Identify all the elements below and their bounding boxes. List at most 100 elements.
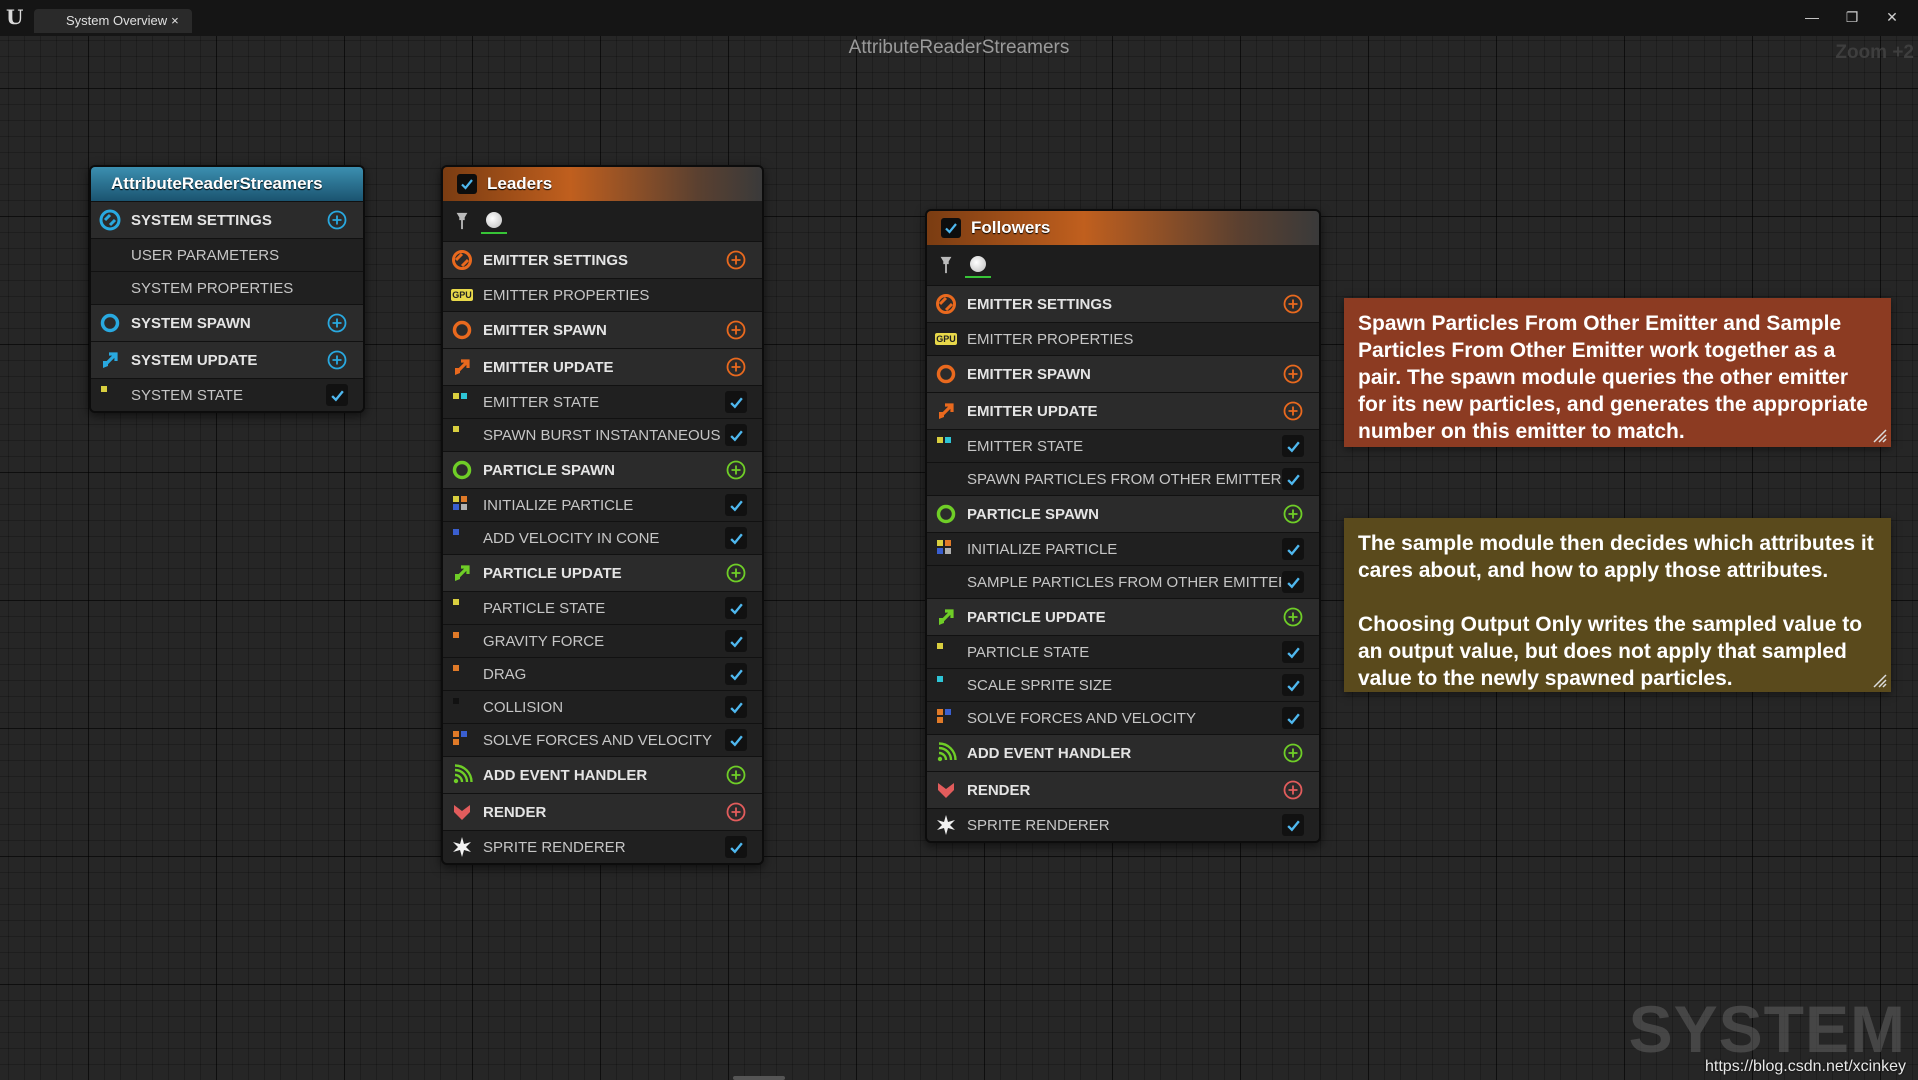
emitter-preview-thumbnail[interactable] (965, 252, 991, 278)
stage-particle-spawn[interactable]: PARTICLE SPAWN (443, 451, 762, 488)
system-node-header[interactable]: AttributeReaderStreamers (91, 167, 363, 201)
module-system-properties[interactable]: SYSTEM PROPERTIES (91, 271, 363, 304)
stage-particle-update[interactable]: PARTICLE UPDATE (443, 554, 762, 591)
add-module-icon[interactable] (1281, 362, 1305, 386)
emitter-state-icon[interactable] (935, 253, 957, 277)
module-solve-forces-and-velocity[interactable]: SOLVE FORCES AND VELOCITY (927, 701, 1319, 734)
module-enabled-checkbox[interactable] (724, 695, 748, 719)
module-emitter-properties[interactable]: GPU EMITTER PROPERTIES (927, 322, 1319, 355)
module-initialize-particle[interactable]: INITIALIZE PARTICLE (927, 532, 1319, 565)
module-initialize-particle[interactable]: INITIALIZE PARTICLE (443, 488, 762, 521)
module-enabled-checkbox[interactable] (724, 526, 748, 550)
tab-system-overview[interactable]: System Overview × (34, 9, 192, 33)
emitter-state-icon[interactable] (451, 209, 473, 233)
module-enabled-checkbox[interactable] (1281, 467, 1305, 491)
module-particle-state[interactable]: PARTICLE STATE (443, 591, 762, 624)
close-icon[interactable]: ✕ (1872, 6, 1912, 28)
module-sprite-renderer[interactable]: SPRITE RENDERER (443, 830, 762, 863)
stage-system-spawn[interactable]: SYSTEM SPAWN (91, 304, 363, 341)
render-icon (935, 779, 957, 801)
sample-comment-box[interactable]: The sample module then decides which att… (1344, 518, 1891, 692)
stage-emitter-update[interactable]: EMITTER UPDATE (443, 348, 762, 385)
stage-emitter-spawn[interactable]: EMITTER SPAWN (927, 355, 1319, 392)
add-module-icon[interactable] (724, 763, 748, 787)
stage-add-event-handler[interactable]: ADD EVENT HANDLER (443, 756, 762, 793)
add-module-icon[interactable] (724, 561, 748, 585)
add-module-icon[interactable] (724, 458, 748, 482)
module-enabled-checkbox[interactable] (724, 835, 748, 859)
add-module-icon[interactable] (1281, 741, 1305, 765)
emitter-preview-thumbnail[interactable] (481, 208, 507, 234)
module-enabled-checkbox[interactable] (1281, 570, 1305, 594)
resize-grip-icon[interactable] (1871, 427, 1887, 443)
stage-particle-update[interactable]: PARTICLE UPDATE (927, 598, 1319, 635)
module-enabled-checkbox[interactable] (1281, 640, 1305, 664)
module-sample-particles-from-other-emitter[interactable]: SAMPLE PARTICLES FROM OTHER EMITTER (927, 565, 1319, 598)
module-particle-state[interactable]: PARTICLE STATE (927, 635, 1319, 668)
stage-add-event-handler[interactable]: ADD EVENT HANDLER (927, 734, 1319, 771)
emitter-enabled-checkbox[interactable] (457, 174, 477, 194)
unreal-logo-icon[interactable]: U (6, 6, 28, 28)
tab-close-icon[interactable]: × (171, 13, 179, 28)
followers-emitter-node[interactable]: Followers EMITTER SETTINGS GPU EMITTER PRO… (925, 209, 1321, 843)
add-module-icon[interactable] (325, 208, 349, 232)
leaders-emitter-node[interactable]: Leaders EMITTER SETTINGS GPU EMITTER PROPE… (441, 165, 764, 865)
add-module-icon[interactable] (325, 311, 349, 335)
stage-render[interactable]: RENDER (443, 793, 762, 830)
add-module-icon[interactable] (724, 800, 748, 824)
module-enabled-checkbox[interactable] (724, 423, 748, 447)
add-module-icon[interactable] (1281, 502, 1305, 526)
stage-emitter-settings[interactable]: EMITTER SETTINGS (927, 285, 1319, 322)
stage-emitter-update[interactable]: EMITTER UPDATE (927, 392, 1319, 429)
module-drag[interactable]: DRAG (443, 657, 762, 690)
module-spawn-burst-instantaneous[interactable]: SPAWN BURST INSTANTANEOUS (443, 418, 762, 451)
spawn-comment-box[interactable]: Spawn Particles From Other Emitter and S… (1344, 298, 1891, 447)
stage-particle-spawn[interactable]: PARTICLE SPAWN (927, 495, 1319, 532)
resize-grip-icon[interactable] (1871, 672, 1887, 688)
module-add-velocity-in-cone[interactable]: ADD VELOCITY IN CONE (443, 521, 762, 554)
module-emitter-properties[interactable]: GPU EMITTER PROPERTIES (443, 278, 762, 311)
stage-render[interactable]: RENDER (927, 771, 1319, 808)
module-enabled-checkbox[interactable] (724, 596, 748, 620)
module-spawn-particles-from-other-emitter[interactable]: SPAWN PARTICLES FROM OTHER EMITTER (927, 462, 1319, 495)
leaders-node-header[interactable]: Leaders (443, 167, 762, 201)
module-collision[interactable]: COLLISION (443, 690, 762, 723)
system-node[interactable]: AttributeReaderStreamers SYSTEM SETTINGS… (89, 165, 365, 413)
module-solve-forces-and-velocity[interactable]: SOLVE FORCES AND VELOCITY (443, 723, 762, 756)
emitter-enabled-checkbox[interactable] (941, 218, 961, 238)
stage-emitter-spawn[interactable]: EMITTER SPAWN (443, 311, 762, 348)
module-enabled-checkbox[interactable] (1281, 813, 1305, 837)
minimize-icon[interactable]: — (1792, 6, 1832, 28)
module-emitter-state[interactable]: EMITTER STATE (443, 385, 762, 418)
module-enabled-checkbox[interactable] (724, 728, 748, 752)
add-module-icon[interactable] (1281, 778, 1305, 802)
add-module-icon[interactable] (1281, 605, 1305, 629)
stage-system-settings[interactable]: SYSTEM SETTINGS (91, 201, 363, 238)
module-enabled-checkbox[interactable] (724, 629, 748, 653)
scroll-handle[interactable] (733, 1076, 785, 1080)
module-enabled-checkbox[interactable] (724, 390, 748, 414)
add-module-icon[interactable] (1281, 292, 1305, 316)
module-enabled-checkbox[interactable] (1281, 434, 1305, 458)
add-module-icon[interactable] (724, 248, 748, 272)
add-module-icon[interactable] (724, 318, 748, 342)
stage-system-update[interactable]: SYSTEM UPDATE (91, 341, 363, 378)
module-enabled-checkbox[interactable] (1281, 673, 1305, 697)
stage-emitter-settings[interactable]: EMITTER SETTINGS (443, 241, 762, 278)
module-emitter-state[interactable]: EMITTER STATE (927, 429, 1319, 462)
module-enabled-checkbox[interactable] (724, 493, 748, 517)
module-enabled-checkbox[interactable] (1281, 537, 1305, 561)
module-sprite-renderer[interactable]: SPRITE RENDERER (927, 808, 1319, 841)
module-gravity-force[interactable]: GRAVITY FORCE (443, 624, 762, 657)
add-module-icon[interactable] (724, 355, 748, 379)
module-system-state[interactable]: SYSTEM STATE (91, 378, 363, 411)
followers-node-header[interactable]: Followers (927, 211, 1319, 245)
add-module-icon[interactable] (325, 348, 349, 372)
module-user-parameters[interactable]: USER PARAMETERS (91, 238, 363, 271)
restore-icon[interactable]: ❐ (1832, 6, 1872, 28)
add-module-icon[interactable] (1281, 399, 1305, 423)
module-enabled-checkbox[interactable] (724, 662, 748, 686)
module-scale-sprite-size[interactable]: SCALE SPRITE SIZE (927, 668, 1319, 701)
module-enabled-checkbox[interactable] (1281, 706, 1305, 730)
module-enabled-checkbox[interactable] (325, 383, 349, 407)
